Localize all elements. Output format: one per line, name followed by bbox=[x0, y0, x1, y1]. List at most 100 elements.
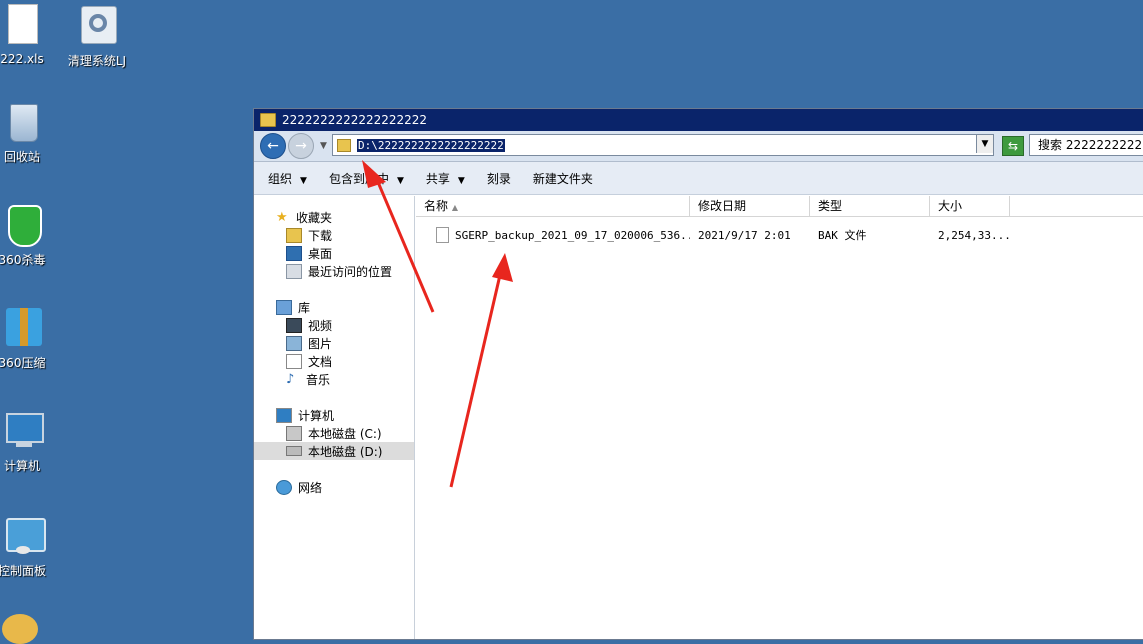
system-drive-icon bbox=[286, 425, 302, 441]
desktop-icon-360-zip[interactable]: 360压缩 bbox=[0, 306, 62, 371]
control-panel-icon bbox=[2, 514, 46, 558]
address-bar[interactable]: D:\2222222222222222222 ▼ bbox=[332, 134, 994, 156]
settings-gear-icon bbox=[77, 4, 117, 48]
organize-label: 组织 bbox=[268, 171, 293, 186]
explorer-window: 2222222222222222222 ← → ▼ D:\22222222222… bbox=[253, 108, 1143, 640]
desktop-icon-label: 360压缩 bbox=[0, 356, 46, 370]
address-path[interactable]: D:\2222222222222222222 bbox=[357, 138, 505, 152]
desktop-icon-label: 360杀毒 bbox=[0, 253, 46, 267]
nav-computer[interactable]: 计算机 bbox=[254, 406, 414, 424]
nav-label: 本地磁盘 (C:) bbox=[308, 426, 382, 441]
search-input[interactable]: 搜索 2222222222222 bbox=[1029, 134, 1143, 156]
desktop-icon-computer[interactable]: 计算机 bbox=[0, 409, 62, 474]
desktop-icon-label: 222.xls bbox=[0, 52, 44, 66]
watermark: CSDN @水亦流人必上 bbox=[956, 601, 1129, 621]
include-in-library-label: 包含到库中 bbox=[328, 171, 389, 186]
column-size[interactable]: 大小 bbox=[930, 196, 1010, 216]
include-in-library-menu[interactable]: 包含到库中 ▼ bbox=[329, 170, 404, 187]
file-list: 名称 ▲ 修改日期 类型 大小 SGERP_backup_2021_09_17_… bbox=[416, 196, 1143, 639]
desktop-icon-recycle-bin[interactable]: 回收站 bbox=[0, 100, 62, 165]
refresh-icon: ⇆ bbox=[1007, 139, 1019, 153]
nav-network[interactable]: 网络 bbox=[254, 478, 414, 496]
music-icon: ♪ bbox=[286, 371, 295, 387]
column-headers: 名称 ▲ 修改日期 类型 大小 bbox=[416, 196, 1143, 217]
share-menu[interactable]: 共享 ▼ bbox=[426, 170, 465, 187]
computer-icon bbox=[276, 407, 292, 423]
table-row[interactable]: SGERP_backup_2021_09_17_020006_536... 20… bbox=[416, 225, 1143, 245]
network-icon bbox=[276, 479, 292, 495]
new-folder-button[interactable]: 新建文件夹 bbox=[533, 170, 593, 187]
forward-button[interactable]: → bbox=[288, 133, 314, 159]
desktop-icon-222-xls[interactable]: 222.xls bbox=[0, 4, 62, 66]
nav-desktop[interactable]: 桌面 bbox=[254, 244, 414, 262]
library-icon bbox=[276, 299, 292, 315]
nav-favorites[interactable]: ★ 收藏夹 bbox=[254, 208, 414, 226]
file-type-cell: BAK 文件 bbox=[818, 229, 867, 242]
desktop-icon-label: 回收站 bbox=[3, 150, 40, 164]
nav-libraries[interactable]: 库 bbox=[254, 298, 414, 316]
nav-music[interactable]: ♪ 音乐 bbox=[254, 370, 414, 388]
back-button[interactable]: ← bbox=[260, 133, 286, 159]
address-dropdown-button[interactable]: ▼ bbox=[976, 135, 993, 153]
chevron-down-icon: ▼ bbox=[300, 175, 307, 186]
sort-ascending-icon: ▲ bbox=[451, 203, 458, 212]
nav-drive-d[interactable]: 本地磁盘 (D:) bbox=[254, 442, 414, 460]
video-icon bbox=[286, 317, 302, 333]
excel-file-icon bbox=[2, 4, 42, 48]
nav-label: 最近访问的位置 bbox=[308, 264, 393, 279]
arrow-left-icon: ← bbox=[267, 138, 279, 154]
desktop-icon bbox=[286, 245, 302, 261]
desktop-icon-360-antivirus[interactable]: 360杀毒 bbox=[0, 203, 62, 268]
navigation-bar: ← → ▼ D:\2222222222222222222 ▼ ⇆ 搜索 2222… bbox=[254, 131, 1143, 162]
nav-documents[interactable]: 文档 bbox=[254, 352, 414, 370]
file-size-cell: 2,254,33... bbox=[938, 228, 1010, 242]
nav-pictures[interactable]: 图片 bbox=[254, 334, 414, 352]
organize-menu[interactable]: 组织 ▼ bbox=[268, 170, 307, 187]
desktop-icon-control-panel[interactable]: 控制面板 bbox=[0, 514, 62, 579]
chevron-down-icon[interactable]: ▼ bbox=[320, 141, 327, 151]
nav-recent[interactable]: 最近访问的位置 bbox=[254, 262, 414, 280]
desktop-icon-cleanup[interactable]: 清理系统LJ bbox=[57, 4, 137, 69]
window-titlebar[interactable]: 2222222222222222222 bbox=[254, 109, 1143, 131]
navigation-pane: ★ 收藏夹 下载 桌面 最近访问的位置 库 视频 图片 文档 ♪ 音乐 计算机 本地… bbox=[254, 196, 415, 639]
nav-drive-c[interactable]: 本地磁盘 (C:) bbox=[254, 424, 414, 442]
column-label: 名称 bbox=[424, 199, 449, 213]
nav-label: 库 bbox=[298, 300, 311, 315]
recycle-bin-icon bbox=[2, 100, 42, 144]
refresh-button[interactable]: ⇆ bbox=[1002, 136, 1024, 156]
folder-icon bbox=[337, 138, 351, 152]
partial-desktop-icon[interactable] bbox=[2, 614, 38, 644]
drive-icon bbox=[286, 446, 302, 456]
column-modified[interactable]: 修改日期 bbox=[690, 196, 810, 216]
column-type[interactable]: 类型 bbox=[810, 196, 930, 216]
nav-label: 图片 bbox=[308, 336, 333, 351]
file-icon bbox=[436, 227, 449, 243]
command-bar: 组织 ▼ 包含到库中 ▼ 共享 ▼ 刻录 新建文件夹 bbox=[254, 162, 1143, 195]
folder-icon bbox=[260, 113, 276, 127]
file-modified-cell: 2021/9/17 2:01 bbox=[698, 228, 791, 242]
chevron-down-icon: ▼ bbox=[396, 175, 404, 186]
computer-icon bbox=[2, 409, 44, 453]
arrow-right-icon: → bbox=[295, 138, 307, 154]
desktop-icon-label: 计算机 bbox=[3, 459, 40, 473]
zip-icon bbox=[2, 306, 42, 350]
recent-places-icon bbox=[286, 263, 302, 279]
nav-label: 本地磁盘 (D:) bbox=[308, 444, 383, 459]
nav-downloads[interactable]: 下载 bbox=[254, 226, 414, 244]
share-label: 共享 bbox=[425, 171, 450, 186]
file-name-cell: SGERP_backup_2021_09_17_020006_536... bbox=[416, 227, 690, 243]
desktop-icon-label: 控制面板 bbox=[0, 564, 46, 578]
nav-label: 文档 bbox=[308, 354, 333, 369]
chevron-down-icon: ▼ bbox=[457, 175, 465, 186]
star-icon: ★ bbox=[276, 209, 288, 225]
window-title: 2222222222222222222 bbox=[282, 113, 428, 127]
nav-label: 网络 bbox=[298, 480, 323, 495]
desktop-icon-label: 清理系统LJ bbox=[67, 54, 127, 68]
shield-icon bbox=[2, 203, 42, 247]
document-icon bbox=[286, 353, 302, 369]
burn-button[interactable]: 刻录 bbox=[487, 170, 511, 187]
nav-label: 收藏夹 bbox=[296, 210, 333, 225]
nav-label: 音乐 bbox=[306, 372, 331, 387]
column-name[interactable]: 名称 ▲ bbox=[416, 196, 690, 216]
nav-videos[interactable]: 视频 bbox=[254, 316, 414, 334]
